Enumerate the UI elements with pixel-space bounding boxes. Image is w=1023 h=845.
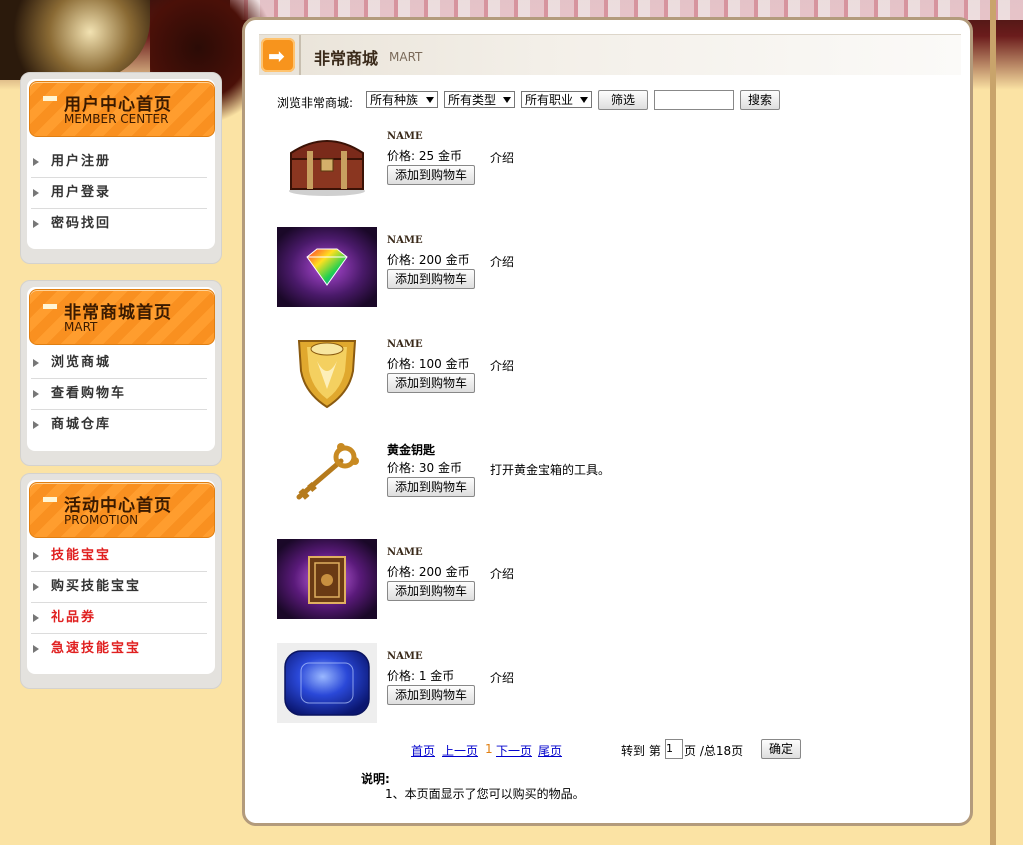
last-page-link[interactable]: 尾页 <box>538 742 562 759</box>
item-name: NAME <box>387 651 423 662</box>
race-select[interactable]: 所有种族 <box>366 91 438 108</box>
item-price: 价格: 25 金币 <box>387 149 462 163</box>
panel-titlebar: ➡ 非常商城 MART <box>259 34 961 75</box>
first-page-link[interactable]: 首页 <box>411 742 435 759</box>
filter-button[interactable]: 筛选 <box>598 90 648 110</box>
arrow-right-icon: ➡ <box>261 38 295 72</box>
sidebar-item-fast-skill-pet[interactable]: 急速技能宝宝 <box>31 634 207 664</box>
sidebar-item-warehouse[interactable]: 商城仓库 <box>31 410 207 440</box>
mart-panel: ➡ 非常商城 MART 浏览非常商城: 所有种族 所有类型 所有职业 筛选 搜索 <box>242 17 973 826</box>
right-border <box>990 0 996 845</box>
mart-box: 非常商城首页 MART 浏览商城 查看购物车 商城仓库 <box>20 280 222 466</box>
search-input[interactable] <box>654 90 734 110</box>
add-to-cart-button[interactable]: 添加到购物车 <box>387 373 475 393</box>
add-to-cart-button[interactable]: 添加到购物车 <box>387 165 475 185</box>
arrow-icon <box>33 189 39 197</box>
type-select[interactable]: 所有类型 <box>444 91 515 108</box>
confirm-button[interactable]: 确定 <box>761 739 801 759</box>
item-name: NAME <box>387 235 423 246</box>
arrow-icon <box>33 220 39 228</box>
product-item: NAME 价格: 200 金币 添加到购物车 介绍 <box>277 227 947 309</box>
product-item: 黄金钥匙 价格: 30 金币 添加到购物车 打开黄金宝箱的工具。 <box>277 435 947 517</box>
item-name: NAME <box>387 547 423 558</box>
notes-heading: 说明: <box>361 772 390 786</box>
add-to-cart-button[interactable]: 添加到购物车 <box>387 685 475 705</box>
item-description: 介绍 <box>490 151 515 165</box>
member-center-box: 用户中心首页 MEMBER CENTER 用户注册 用户登录 密码找回 <box>20 72 222 264</box>
arrow-icon <box>33 583 39 591</box>
item-image-sapphire[interactable] <box>277 643 377 723</box>
notes-line: 1、本页面显示了您可以购买的物品。 <box>385 787 585 801</box>
sidebar-item-register[interactable]: 用户注册 <box>31 147 207 178</box>
prev-page-link[interactable]: 上一页 <box>442 742 478 759</box>
arrow-icon <box>33 614 39 622</box>
next-page-link[interactable]: 下一页 <box>496 742 532 759</box>
search-button[interactable]: 搜索 <box>740 90 780 110</box>
item-name: 黄金钥匙 <box>387 443 436 457</box>
sidebar-item-login[interactable]: 用户登录 <box>31 178 207 209</box>
add-to-cart-button[interactable]: 添加到购物车 <box>387 477 475 497</box>
item-image-golden-key[interactable] <box>277 435 377 515</box>
dropdown-arrow-icon <box>426 97 434 103</box>
arrow-icon <box>33 158 39 166</box>
product-item: NAME 价格: 1 金币 添加到购物车 介绍 <box>277 643 947 725</box>
dropdown-arrow-icon <box>580 97 588 103</box>
item-image-chest[interactable] <box>277 123 377 203</box>
page-title: 非常商城 <box>314 49 379 68</box>
arrow-icon <box>33 645 39 653</box>
mart-header[interactable]: 非常商城首页 MART <box>29 289 215 345</box>
product-item: NAME 价格: 25 金币 添加到购物车 介绍 <box>277 123 947 205</box>
current-page: 1 <box>485 742 493 756</box>
dropdown-arrow-icon <box>503 97 511 103</box>
sidebar-item-password-recovery[interactable]: 密码找回 <box>31 209 207 239</box>
sidebar-item-view-cart[interactable]: 查看购物车 <box>31 379 207 410</box>
item-price: 价格: 30 金币 <box>387 461 462 475</box>
member-center-header[interactable]: 用户中心首页 MEMBER CENTER <box>29 81 215 137</box>
arrow-icon <box>33 359 39 367</box>
promotion-box: 活动中心首页 PROMOTION 技能宝宝 购买技能宝宝 礼品券 急速技能宝宝 <box>20 473 222 689</box>
filter-label: 浏览非常商城: <box>277 96 354 110</box>
item-description: 打开黄金宝箱的工具。 <box>490 463 611 477</box>
item-name: NAME <box>387 131 423 142</box>
item-description: 介绍 <box>490 671 515 685</box>
add-to-cart-button[interactable]: 添加到购物车 <box>387 269 475 289</box>
item-price: 价格: 100 金币 <box>387 357 470 371</box>
item-price: 价格: 200 金币 <box>387 253 470 267</box>
sidebar-item-browse-mart[interactable]: 浏览商城 <box>31 348 207 379</box>
arrow-icon <box>33 552 39 560</box>
item-price: 价格: 1 金币 <box>387 669 455 683</box>
sidebar-item-gift-voucher[interactable]: 礼品券 <box>31 603 207 634</box>
product-item: NAME 价格: 100 金币 添加到购物车 介绍 <box>277 331 947 413</box>
add-to-cart-button[interactable]: 添加到购物车 <box>387 581 475 601</box>
job-select[interactable]: 所有职业 <box>521 91 592 108</box>
item-description: 介绍 <box>490 359 515 373</box>
page-subtitle: MART <box>389 50 423 64</box>
item-image-book[interactable] <box>277 539 377 619</box>
item-image-gem[interactable] <box>277 227 377 307</box>
item-name: NAME <box>387 339 423 350</box>
product-item: NAME 价格: 200 金币 添加到购物车 介绍 <box>277 539 947 621</box>
notes: 说明: 1、本页面显示了您可以购买的物品。 <box>361 770 585 801</box>
item-image-shield[interactable] <box>277 331 377 411</box>
item-description: 介绍 <box>490 255 515 269</box>
arrow-icon <box>33 390 39 398</box>
promotion-header[interactable]: 活动中心首页 PROMOTION <box>29 482 215 538</box>
sidebar-item-buy-skill-pet[interactable]: 购买技能宝宝 <box>31 572 207 603</box>
item-price: 价格: 200 金币 <box>387 565 470 579</box>
page-number-input[interactable]: 1 <box>665 739 683 759</box>
sidebar-item-skill-pet[interactable]: 技能宝宝 <box>31 541 207 572</box>
arrow-icon <box>33 421 39 429</box>
item-description: 介绍 <box>490 567 515 581</box>
